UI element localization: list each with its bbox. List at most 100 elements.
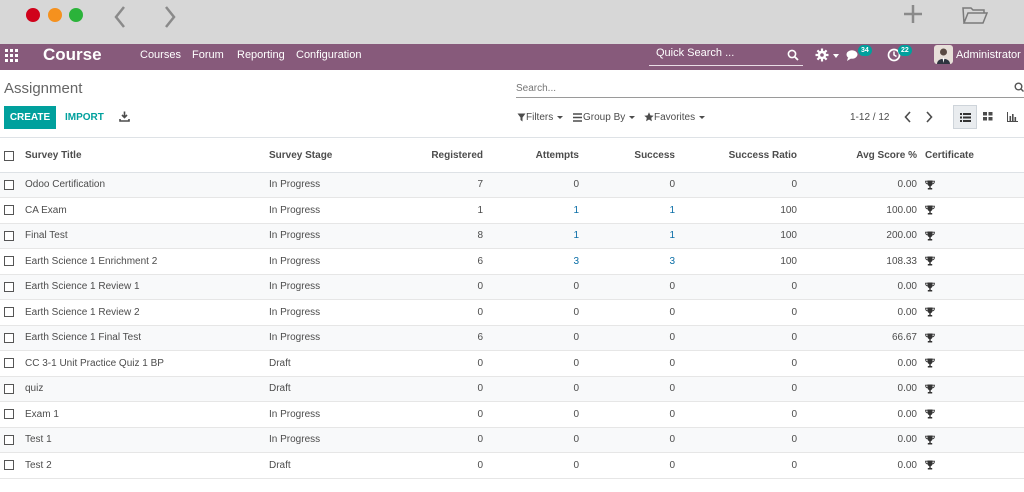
column-header-registered[interactable]: Registered [389,140,487,172]
column-header-stage[interactable]: Survey Stage [265,140,389,172]
list-view-button[interactable] [953,105,977,129]
row-checkbox-cell[interactable] [0,376,21,402]
table-row[interactable]: CA Exam In Progress 1 1 1 100 100.00 [0,197,1024,224]
window-maximize-dot[interactable] [69,8,83,22]
gear-icon[interactable] [815,48,829,62]
pager-previous-icon[interactable] [904,111,912,123]
search-icon[interactable] [1014,82,1024,92]
registered-cell: 7 [477,179,483,191]
graph-view-button[interactable] [1001,105,1024,129]
menu-reporting[interactable]: Reporting [237,49,285,61]
create-button[interactable]: CREATE [4,106,56,129]
row-checkbox-cell[interactable] [0,351,21,377]
row-checkbox[interactable] [4,281,14,292]
new-tab-plus-icon[interactable] [902,3,924,25]
table-row[interactable]: quiz Draft 0 0 0 0 0.00 [0,376,1024,402]
forward-arrow-icon[interactable] [162,4,178,30]
row-checkbox-cell[interactable] [0,198,21,224]
filters-dropdown[interactable]: Filters [517,112,564,123]
row-checkbox-cell[interactable] [0,249,21,275]
row-checkbox[interactable] [4,383,14,394]
column-header-certificate[interactable]: Certificate [921,140,1024,172]
column-header-attempts[interactable]: Attempts [487,140,583,172]
row-checkbox-cell[interactable] [0,300,21,326]
row-checkbox[interactable] [4,358,14,369]
row-checkbox-cell[interactable] [0,172,21,198]
row-checkbox[interactable] [4,460,14,471]
attempts-cell: 0 [573,408,579,420]
row-checkbox-cell[interactable] [0,325,21,351]
back-arrow-icon[interactable] [112,4,128,30]
menu-courses[interactable]: Courses [140,49,181,61]
table-row[interactable]: Exam 1 In Progress 0 0 0 0 0.00 [0,401,1024,428]
avatar[interactable] [934,45,953,64]
pager-value[interactable]: 1-12 / 12 [850,112,889,123]
row-checkbox[interactable] [4,230,14,241]
table-row[interactable]: Test 1 In Progress 0 0 0 0 0.00 [0,427,1024,453]
filter-icon [517,113,526,122]
column-header-avg-score[interactable]: Avg Score % [801,140,921,172]
survey-title-cell: Test 1 [25,434,52,446]
search-bar[interactable] [516,78,1024,98]
apps-icon[interactable] [5,49,18,62]
table-row[interactable]: Final Test In Progress 8 1 1 100 200.00 [0,223,1024,249]
menu-configuration[interactable]: Configuration [296,49,361,61]
column-header-success-ratio[interactable]: Success Ratio [679,140,801,172]
certificate-cell [921,249,1024,275]
row-checkbox[interactable] [4,179,14,190]
avg-score-cell: 0.00 [897,281,917,293]
select-all-checkbox[interactable] [4,150,14,161]
favorites-dropdown[interactable]: Favorites [644,112,706,123]
column-header-title[interactable]: Survey Title [21,140,265,172]
row-checkbox[interactable] [4,409,14,420]
pager-next-icon[interactable] [925,111,933,123]
trophy-icon [925,205,935,215]
trophy-icon [925,282,935,292]
survey-stage-cell: In Progress [269,179,321,191]
window-close-dot[interactable] [26,8,40,22]
table-row[interactable]: Earth Science 1 Review 2 In Progress 0 0 0 0 0… [0,299,1024,326]
column-header-success[interactable]: Success [583,140,679,172]
row-checkbox[interactable] [4,307,14,318]
filters-caret-icon [557,115,564,119]
star-icon [644,112,654,122]
app-brand-title[interactable]: Course [43,45,102,65]
kanban-view-button[interactable] [977,105,1001,129]
success-ratio-cell: 0 [791,306,797,318]
groupby-dropdown[interactable]: Group By [573,112,636,123]
row-checkbox[interactable] [4,256,14,267]
gear-dropdown-caret-icon[interactable] [833,54,839,58]
row-checkbox[interactable] [4,205,14,216]
folder-icon[interactable] [962,5,988,25]
search-icon[interactable] [787,49,799,61]
survey-stage-cell: In Progress [269,434,321,446]
row-checkbox[interactable] [4,332,14,343]
download-icon[interactable] [119,111,130,122]
table-row[interactable]: Earth Science 1 Review 1 In Progress 0 0 0 0 0… [0,274,1024,300]
table-row[interactable]: Earth Science 1 Enrichment 2 In Progress 6… [0,248,1024,275]
survey-title-cell: CC 3-1 Unit Practice Quiz 1 BP [25,357,164,369]
select-all-cell[interactable] [0,140,21,172]
import-button[interactable]: IMPORT [65,112,104,123]
table-row[interactable]: Test 2 Draft 0 0 0 0 0.00 [0,452,1024,479]
success-cell: 0 [669,408,675,420]
survey-stage-cell: Draft [269,357,291,369]
row-checkbox-cell[interactable] [0,223,21,249]
row-checkbox-cell[interactable] [0,427,21,453]
user-name[interactable]: Administrator [956,49,1021,61]
menu-forum[interactable]: Forum [192,49,224,61]
window-minimize-dot[interactable] [48,8,62,22]
row-checkbox[interactable] [4,434,14,445]
avg-score-cell: 100.00 [886,204,917,216]
table-row[interactable]: CC 3-1 Unit Practice Quiz 1 BP Draft 0 0 0 0 0… [0,350,1024,377]
favorites-label: Favorites [654,112,696,123]
table-row[interactable]: Earth Science 1 Final Test In Progress 6 0 0… [0,325,1024,351]
success-cell: 0 [669,357,675,369]
table-row[interactable]: Odoo Certification In Progress 7 0 0 0 0.00 [0,172,1024,198]
row-checkbox-cell[interactable] [0,402,21,428]
row-checkbox-cell[interactable] [0,274,21,300]
search-input[interactable] [516,79,996,94]
avg-score-cell: 200.00 [886,230,917,242]
quick-search-field[interactable]: Quick Search ... [649,46,803,66]
row-checkbox-cell[interactable] [0,453,21,479]
